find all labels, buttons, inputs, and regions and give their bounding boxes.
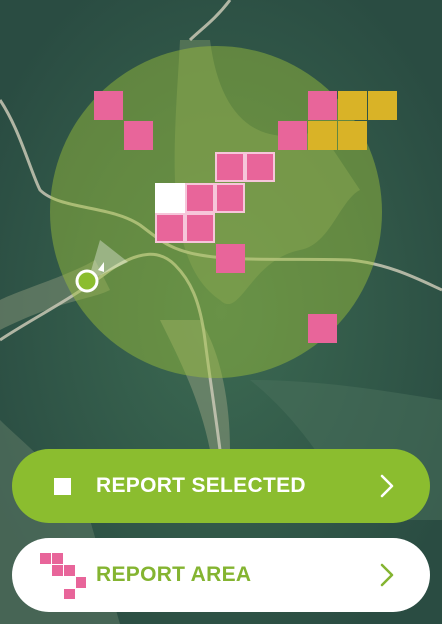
chevron-right-icon — [380, 563, 394, 587]
grid-cell[interactable] — [308, 314, 337, 343]
grid-cell[interactable] — [216, 244, 245, 273]
area-cells-icon — [40, 553, 86, 599]
grid-cell[interactable] — [278, 121, 307, 150]
grid-cell[interactable] — [94, 91, 123, 120]
report-selected-label: REPORT SELECTED — [96, 474, 306, 497]
location-dot-icon — [75, 269, 99, 293]
grid-cell[interactable] — [185, 213, 215, 243]
grid-cell[interactable] — [185, 183, 215, 213]
square-icon — [54, 478, 71, 495]
grid-cell[interactable] — [215, 183, 245, 213]
report-area-label: REPORT AREA — [96, 563, 252, 586]
grid-cell[interactable] — [338, 91, 367, 120]
grid-cell[interactable] — [245, 152, 275, 182]
grid-cell[interactable] — [308, 91, 337, 120]
chevron-right-icon — [380, 474, 394, 498]
report-selected-button[interactable]: REPORT SELECTED — [12, 449, 430, 523]
grid-cell-selected[interactable] — [155, 183, 185, 213]
grid-cell[interactable] — [215, 152, 245, 182]
grid-cell[interactable] — [308, 121, 337, 150]
grid-cell[interactable] — [368, 91, 397, 120]
grid-cell[interactable] — [338, 121, 367, 150]
grid-cell[interactable] — [124, 121, 153, 150]
grid-cell[interactable] — [155, 213, 185, 243]
report-area-button[interactable]: REPORT AREA — [12, 538, 430, 612]
map-view[interactable] — [0, 0, 442, 624]
